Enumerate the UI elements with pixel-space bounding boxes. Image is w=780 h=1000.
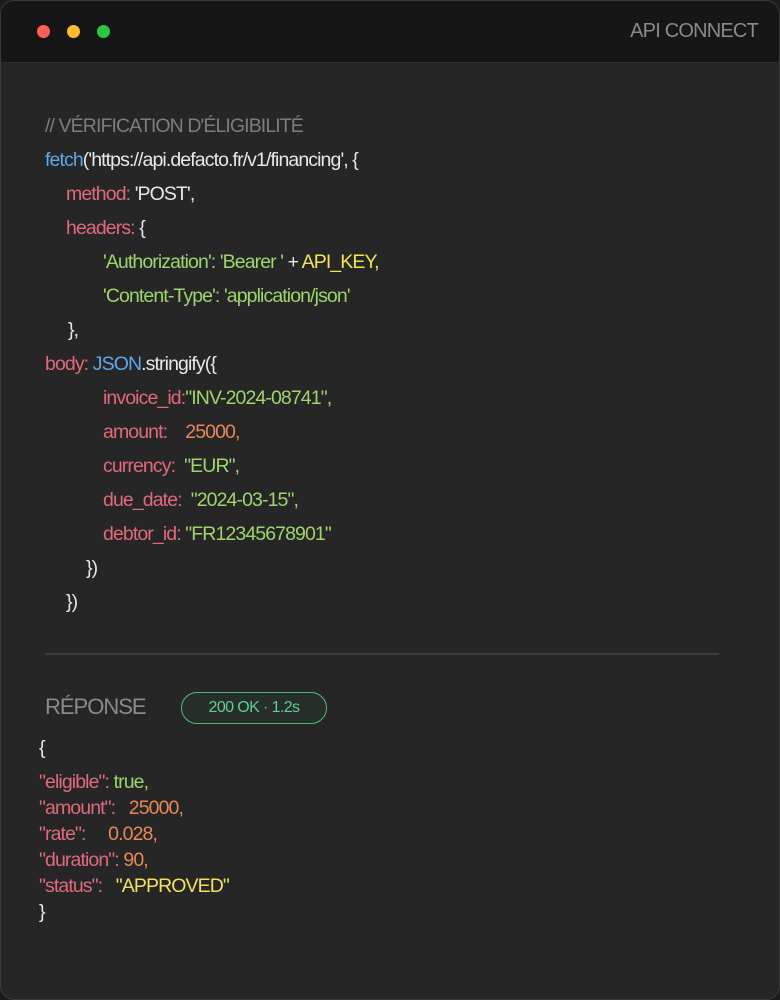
stringify-call: .stringify({ <box>141 353 217 375</box>
code-comment: // VÉRIFICATION D'ÉLIGIBILITÉ <box>45 115 304 137</box>
response-value: "APPROVED" <box>115 875 230 897</box>
response-value: 90, <box>123 849 148 871</box>
method-key: method: <box>66 183 131 205</box>
body-key: body: <box>45 353 89 375</box>
response-key: "eligible": <box>39 771 110 793</box>
field-key: amount: <box>103 421 168 443</box>
field-value: "2024-03-15", <box>190 489 299 511</box>
field-key: due_date: <box>103 489 183 511</box>
minimize-window-button[interactable] <box>67 25 80 38</box>
response-key: "amount": <box>39 797 116 819</box>
response-key: "rate": <box>39 823 86 845</box>
field-value: "FR12345678901" <box>185 523 332 545</box>
fetch-close: }) <box>66 591 78 613</box>
window-titlebar: API CONNECT <box>1 1 779 63</box>
code-line-fetch: fetch('https://api.defacto.fr/v1/financi… <box>45 148 359 172</box>
body-field-invoice-id: invoice_id:"INV-2024-08741", <box>103 386 332 410</box>
auth-plus: + <box>287 251 299 273</box>
code-line-body: body: JSON.stringify({ <box>45 352 217 376</box>
response-open: { <box>39 737 45 759</box>
fetch-arguments: ('https://api.defacto.fr/v1/financing', … <box>82 149 359 171</box>
response-value: 0.028, <box>108 823 158 845</box>
response-field-amount: "amount": 25000, <box>39 796 184 820</box>
content-type-value: 'application/json' <box>223 285 351 307</box>
api-connect-window: API CONNECT // VÉRIFICATION D'ÉLIGIBILIT… <box>0 0 780 1000</box>
status-badge: 200 OK · 1.2s <box>181 692 327 724</box>
field-key: invoice_id: <box>103 387 186 409</box>
json-object: JSON <box>92 353 142 375</box>
response-key: "status": <box>39 875 103 897</box>
response-field-eligible: "eligible": true, <box>39 770 149 794</box>
headers-open: { <box>139 217 145 239</box>
headers-close: }, <box>68 319 79 341</box>
response-label: RÉPONSE <box>45 694 147 719</box>
close-window-button[interactable] <box>37 25 50 38</box>
body-field-debtor-id: debtor_id: "FR12345678901" <box>103 522 332 546</box>
body-close: }) <box>86 557 98 579</box>
code-line-authorization: 'Authorization': 'Bearer ' + API_KEY, <box>103 250 380 274</box>
body-field-amount: amount: 25000, <box>103 420 240 444</box>
response-close: } <box>39 901 45 923</box>
field-value: 25000, <box>185 421 240 443</box>
code-line-headers: headers: { <box>66 216 146 240</box>
auth-value: 'Bearer ' <box>219 251 284 273</box>
response-field-status: "status": "APPROVED" <box>39 874 230 898</box>
headers-key: headers: <box>66 217 136 239</box>
maximize-window-button[interactable] <box>97 25 110 38</box>
response-value: true, <box>113 771 149 793</box>
fetch-function: fetch <box>45 149 84 171</box>
response-key: "duration": <box>39 849 120 871</box>
response-field-duration: "duration": 90, <box>39 848 149 872</box>
response-field-rate: "rate": 0.028, <box>39 822 158 846</box>
field-value: "INV-2024-08741", <box>185 387 332 409</box>
field-value: "EUR", <box>184 455 240 477</box>
auth-key: 'Authorization': <box>103 251 216 273</box>
body-field-due-date: due_date: "2024-03-15", <box>103 488 299 512</box>
code-line-method: method: 'POST', <box>66 182 196 206</box>
field-key: debtor_id: <box>103 523 182 545</box>
response-value: 25000, <box>128 797 184 819</box>
content-type-key: 'Content-Type': <box>103 285 220 307</box>
field-key: currency: <box>103 455 176 477</box>
method-value: 'POST', <box>134 183 196 205</box>
auth-api-key: API_KEY, <box>301 251 380 273</box>
body-field-currency: currency: "EUR", <box>103 454 240 478</box>
code-line-content-type: 'Content-Type': 'application/json' <box>103 284 351 308</box>
window-title: API CONNECT <box>630 20 759 42</box>
section-divider <box>45 653 719 655</box>
